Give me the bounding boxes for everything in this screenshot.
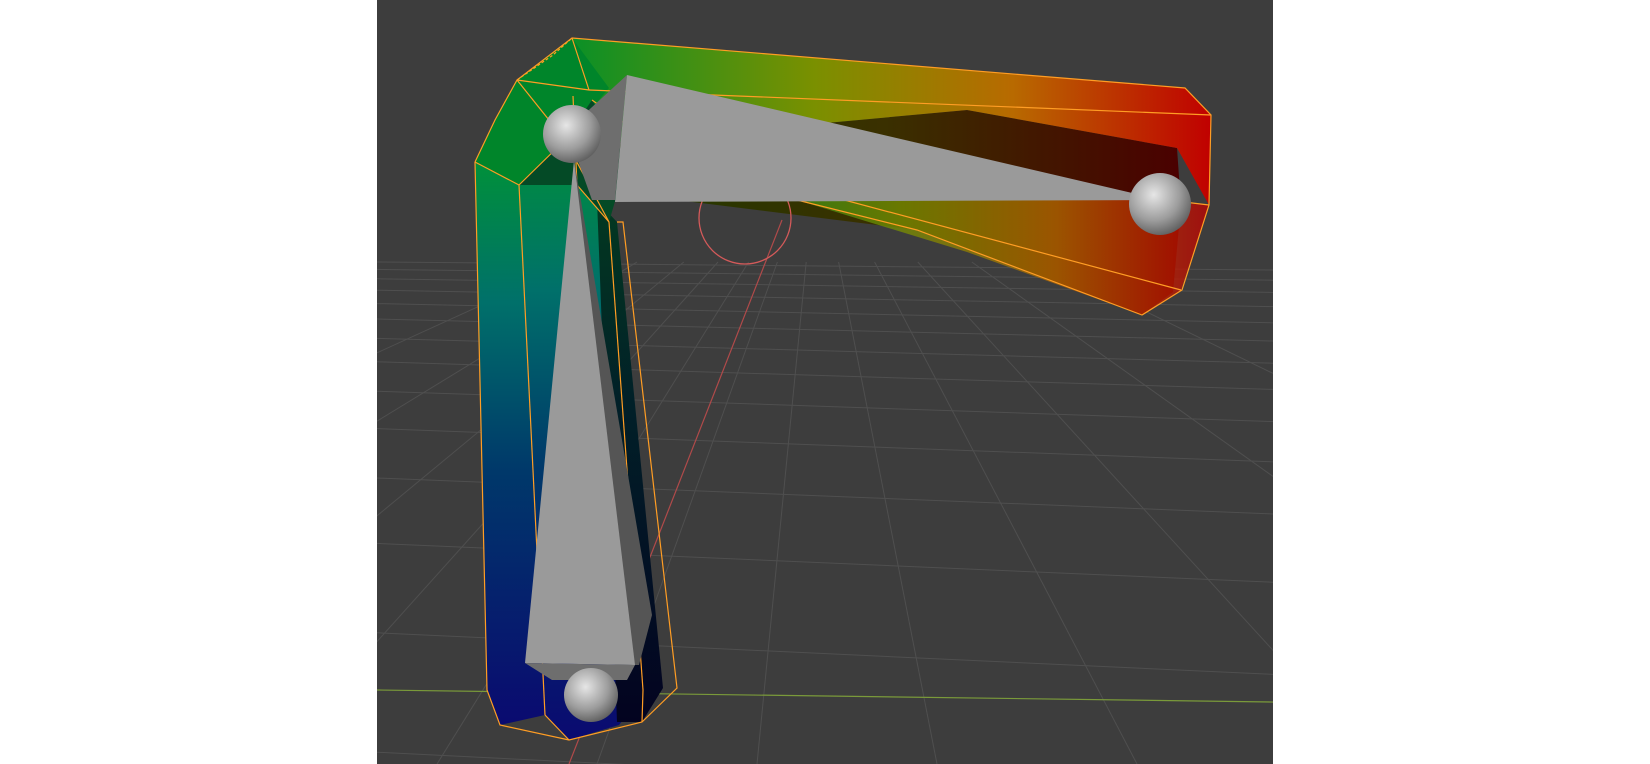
grid-line <box>917 261 1273 652</box>
grid-line <box>838 261 938 764</box>
3d-viewport[interactable] <box>377 0 1273 764</box>
page <box>0 0 1650 764</box>
joint-base[interactable] <box>564 668 618 722</box>
grid-line <box>756 261 807 764</box>
grid-line <box>874 261 1138 764</box>
joint-elbow[interactable] <box>543 105 601 163</box>
grid-line <box>377 751 626 764</box>
joint-tip[interactable] <box>1129 173 1191 235</box>
viewport-scene[interactable] <box>377 0 1273 764</box>
